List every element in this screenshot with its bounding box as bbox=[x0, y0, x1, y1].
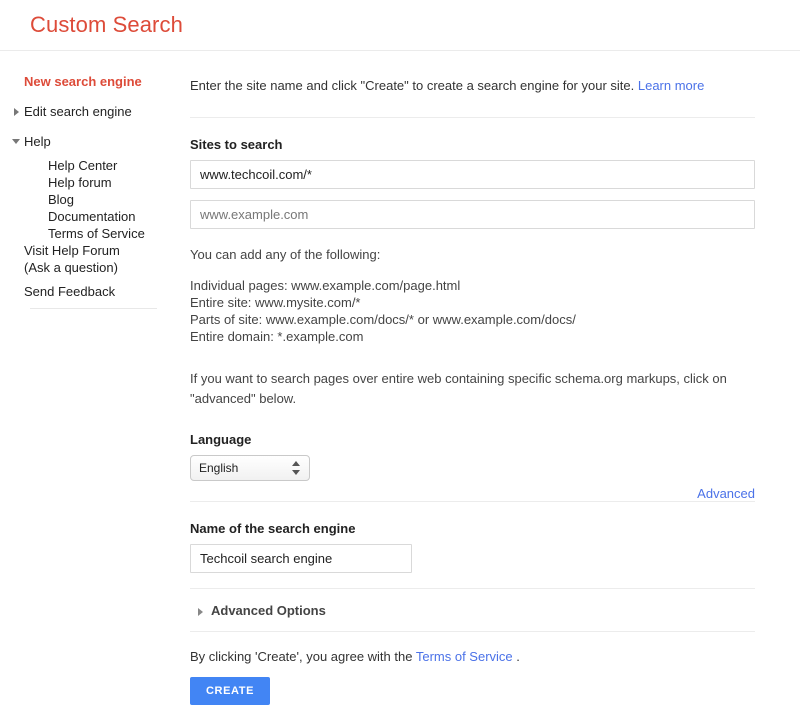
page-title: Custom Search bbox=[30, 12, 183, 37]
sidebar-item-help-center[interactable]: Help Center bbox=[0, 157, 185, 174]
sidebar-divider bbox=[30, 308, 157, 309]
chevron-right-icon[interactable] bbox=[10, 103, 24, 120]
advanced-link[interactable]: Advanced bbox=[697, 486, 755, 501]
intro-sentence: Enter the site name and click "Create" t… bbox=[190, 78, 635, 93]
sidebar-item-visit-help-forum[interactable]: Visit Help Forum bbox=[0, 242, 185, 259]
sidebar-item-visit-help-forum-sub[interactable]: (Ask a question) bbox=[0, 259, 185, 276]
spacer-icon bbox=[10, 73, 24, 90]
divider-after-advanced-options bbox=[190, 631, 755, 632]
site-url-input[interactable] bbox=[190, 160, 755, 189]
helper-line-individual-pages: Individual pages: www.example.com/page.h… bbox=[190, 278, 461, 293]
chevron-down-icon[interactable] bbox=[10, 133, 24, 150]
main-content: Enter the site name and click "Create" t… bbox=[185, 51, 800, 705]
sidebar-item-documentation[interactable]: Documentation bbox=[0, 208, 185, 225]
helper-text-block: You can add any of the following: Indivi… bbox=[190, 246, 755, 409]
sidebar-item-edit-search-engine[interactable]: Edit search engine bbox=[0, 103, 185, 120]
sidebar-item-new-search-engine[interactable]: New search engine bbox=[0, 73, 185, 90]
sidebar-item-help-forum[interactable]: Help forum bbox=[0, 174, 185, 191]
advanced-options-label: Advanced Options bbox=[211, 603, 326, 618]
helper-line-parts-of-site: Parts of site: www.example.com/docs/* or… bbox=[190, 312, 576, 327]
intro-text: Enter the site name and click "Create" t… bbox=[190, 77, 755, 95]
sidebar-item-help[interactable]: Help bbox=[0, 133, 185, 150]
language-select[interactable]: English bbox=[190, 455, 310, 481]
sites-to-search-label: Sites to search bbox=[190, 137, 283, 152]
site-url-input-empty[interactable] bbox=[190, 200, 755, 229]
divider-top bbox=[190, 117, 755, 118]
advanced-options-toggle[interactable]: Advanced Options bbox=[190, 589, 755, 631]
chevron-right-icon[interactable] bbox=[198, 607, 203, 616]
search-engine-name-input[interactable] bbox=[190, 544, 412, 573]
helper-lead: You can add any of the following: bbox=[190, 247, 381, 262]
app-header: Custom Search bbox=[0, 0, 800, 51]
agree-prefix: By clicking 'Create', you agree with the bbox=[190, 649, 416, 664]
sidebar-item-terms-of-service[interactable]: Terms of Service bbox=[0, 225, 185, 242]
sidebar-item-label: New search engine bbox=[24, 74, 142, 89]
language-select-wrapper[interactable]: English bbox=[190, 455, 310, 481]
terms-of-service-link[interactable]: Terms of Service bbox=[416, 649, 513, 664]
helper-note-schema: If you want to search pages over entire … bbox=[190, 371, 727, 406]
sidebar-item-send-feedback[interactable]: Send Feedback bbox=[0, 283, 185, 300]
sidebar-item-label: Edit search engine bbox=[24, 104, 132, 119]
agree-suffix: . bbox=[512, 649, 520, 664]
sidebar-item-label: Help bbox=[24, 134, 51, 149]
terms-agreement-text: By clicking 'Create', you agree with the… bbox=[190, 649, 755, 664]
page-body: New search engine Edit search engine Hel… bbox=[0, 51, 800, 705]
sidebar: New search engine Edit search engine Hel… bbox=[0, 51, 185, 309]
helper-line-entire-domain: Entire domain: *.example.com bbox=[190, 329, 364, 344]
create-button[interactable]: CREATE bbox=[190, 677, 271, 705]
advanced-link-row: Advanced bbox=[190, 486, 755, 501]
divider-before-name bbox=[190, 501, 755, 502]
sidebar-item-blog[interactable]: Blog bbox=[0, 191, 185, 208]
language-label: Language bbox=[190, 432, 252, 447]
name-of-search-engine-label: Name of the search engine bbox=[190, 521, 356, 536]
helper-line-entire-site: Entire site: www.mysite.com/* bbox=[190, 295, 361, 310]
learn-more-link[interactable]: Learn more bbox=[638, 78, 704, 93]
